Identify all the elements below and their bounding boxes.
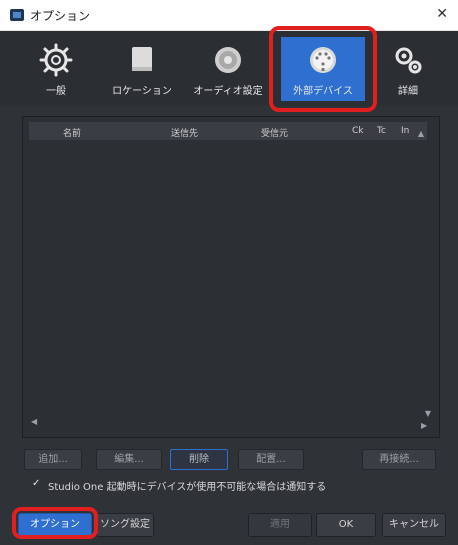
- scroll-up-icon[interactable]: ▲: [418, 129, 424, 138]
- scroll-right-icon[interactable]: ▶: [421, 421, 427, 430]
- tab-general[interactable]: 一般: [14, 37, 98, 101]
- reconnect-button[interactable]: 再接続...: [362, 449, 436, 470]
- tab-location[interactable]: ロケーション: [100, 37, 184, 101]
- device-actions: 追加... 編集... 削除 配置... 再接続...: [24, 449, 438, 471]
- placement-button[interactable]: 配置...: [238, 449, 304, 470]
- titlebar: オプション ✕: [0, 0, 458, 31]
- tab-general-label: 一般: [46, 86, 66, 97]
- col-tc[interactable]: Tc: [377, 126, 386, 136]
- gears-icon: [395, 47, 422, 74]
- col-send-to[interactable]: 送信先: [171, 126, 198, 139]
- highlight-options: [12, 507, 98, 539]
- speaker-icon: [215, 47, 241, 73]
- tab-advanced[interactable]: 詳細: [366, 37, 450, 101]
- devices-panel: 名前 送信先 受信元 Ck Tc In ▲ ▼ ◀ ▶: [22, 116, 440, 438]
- notify-checkbox[interactable]: ✓: [32, 478, 42, 489]
- delete-button[interactable]: 削除: [170, 449, 228, 470]
- tab-audio-settings-label: オーディオ設定: [193, 86, 263, 97]
- devices-table-header: 名前 送信先 受信元 Ck Tc In ▲: [29, 122, 427, 140]
- drive-icon: [132, 47, 152, 71]
- edit-button[interactable]: 編集...: [96, 449, 162, 470]
- tab-advanced-label: 詳細: [398, 86, 418, 97]
- app-icon: [10, 9, 24, 21]
- tab-location-label: ロケーション: [112, 86, 172, 97]
- close-icon[interactable]: ✕: [436, 6, 448, 22]
- col-in[interactable]: In: [401, 126, 409, 136]
- scroll-down-icon[interactable]: ▼: [425, 409, 431, 418]
- cancel-button[interactable]: キャンセル: [382, 513, 446, 537]
- add-button[interactable]: 追加...: [24, 449, 82, 470]
- notify-label: Studio One 起動時にデバイスが使用不可能な場合は通知する: [48, 482, 327, 493]
- gear-icon: [39, 43, 73, 77]
- window-title: オプション: [30, 9, 91, 23]
- highlight-external-devices: [269, 26, 377, 112]
- ok-button[interactable]: OK: [316, 513, 376, 537]
- tab-audio-settings[interactable]: オーディオ設定: [186, 37, 270, 101]
- song-settings-button[interactable]: ソング設定: [96, 513, 154, 537]
- col-receive-from[interactable]: 受信元: [261, 126, 288, 139]
- apply-button[interactable]: 適用: [248, 513, 312, 537]
- options-window: オプション ✕ 一般 ロケーション オーディオ設定 外部デバイス 詳細 名前 送…: [0, 0, 458, 545]
- scroll-left-icon[interactable]: ◀: [31, 417, 37, 426]
- col-ck[interactable]: Ck: [352, 126, 364, 136]
- options-toolbar: 一般 ロケーション オーディオ設定 外部デバイス 詳細: [0, 31, 458, 106]
- col-name[interactable]: 名前: [63, 126, 81, 139]
